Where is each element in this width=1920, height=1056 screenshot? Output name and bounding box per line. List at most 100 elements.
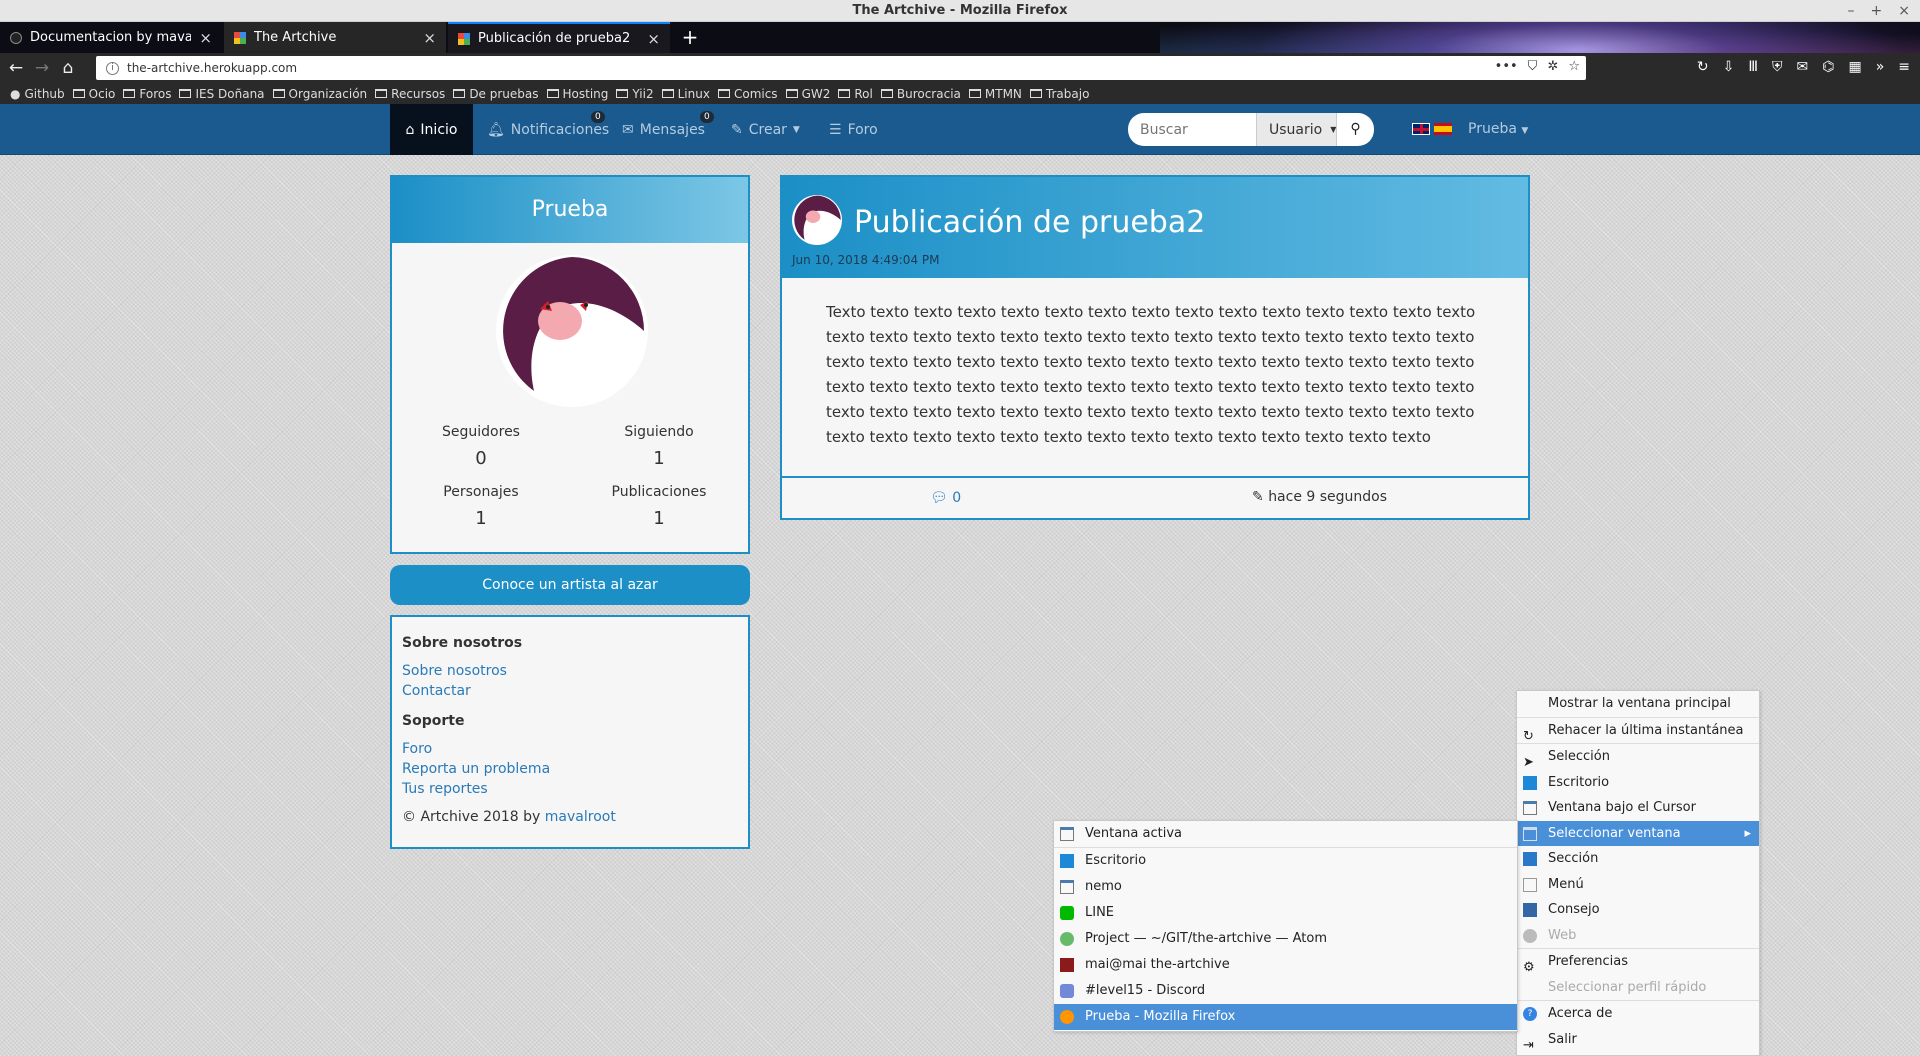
menu-item-desktop[interactable]: Escritorio	[1517, 770, 1759, 796]
nav-foro[interactable]: ☰ Foro	[829, 104, 878, 155]
new-tab-button[interactable]: +	[680, 22, 700, 53]
bookmark-folder[interactable]: Trabajo	[1029, 87, 1089, 101]
bookmark-folder[interactable]: Recursos	[375, 87, 445, 101]
bookmark-github[interactable]: ● Github	[10, 87, 65, 101]
menu-item-selection[interactable]: ➤ Selección	[1517, 744, 1759, 770]
window-icon	[1523, 826, 1537, 841]
menu-item-about[interactable]: ? Acerca de	[1517, 1001, 1759, 1027]
address-bar[interactable]: i the-artchive.herokuapp.com ••• ⛉ ✲ ☆	[96, 56, 1586, 80]
menu-item-show-main-window[interactable]: Mostrar la ventana principal	[1517, 691, 1759, 717]
author-link[interactable]: mavalroot	[545, 809, 616, 825]
search-scope-select[interactable]: Usuario ▼	[1256, 113, 1336, 146]
link-contactar[interactable]: Contactar	[402, 683, 738, 699]
menu-item-select-window[interactable]: Seleccionar ventana ▸	[1517, 820, 1759, 846]
menu-label: LINE	[1085, 905, 1115, 920]
bookmark-star-icon[interactable]: ☆	[1568, 59, 1580, 74]
menu-item-quit[interactable]: ⇥ Salir	[1517, 1027, 1759, 1053]
browser-tab-publicacion[interactable]: Publicación de prueba2 ×	[448, 22, 670, 53]
bookmark-folder[interactable]: Burocracia	[880, 87, 961, 101]
pocket-icon[interactable]: ⛉	[1528, 59, 1538, 74]
site-info-icon[interactable]: i	[106, 61, 119, 75]
page-actions-icon[interactable]: •••	[1495, 59, 1518, 74]
library-icon[interactable]: Ⅲ	[1748, 59, 1758, 75]
bookmark-folder[interactable]: MTMN	[968, 87, 1022, 101]
bookmark-label: Yii2	[632, 86, 654, 101]
tracking-icon[interactable]: ✲	[1547, 59, 1558, 74]
menu-icon[interactable]: ≡	[1898, 59, 1910, 75]
stat-seguidores[interactable]: Seguidores 0	[392, 424, 570, 469]
bookmark-folder[interactable]: GW2	[785, 87, 830, 101]
close-tab-icon[interactable]: ×	[647, 30, 660, 48]
minimize-icon[interactable]: –	[1848, 0, 1855, 22]
sync-icon[interactable]: ⌬	[1822, 59, 1834, 75]
menu-item-tooltip[interactable]: Consejo	[1517, 897, 1759, 923]
edit-icon[interactable]: ✎	[1252, 489, 1264, 505]
browser-tab-artchive[interactable]: The Artchive ×	[224, 22, 446, 53]
window-item-discord[interactable]: #level15 - Discord	[1054, 978, 1517, 1004]
back-icon[interactable]: ←	[3, 55, 29, 81]
bookmark-folder[interactable]: IES Doñana	[179, 87, 265, 101]
window-item-atom[interactable]: Project — ~/GIT/the-artchive — Atom	[1054, 926, 1517, 952]
bookmark-folder[interactable]: Ocio	[72, 87, 115, 101]
menu-item-window-under-cursor[interactable]: Ventana bajo el Cursor	[1517, 795, 1759, 821]
window-item-desktop[interactable]: Escritorio	[1054, 848, 1517, 874]
menu-item-redo-snapshot[interactable]: ↻ Rehacer la última instantánea	[1517, 718, 1759, 744]
user-dropdown[interactable]: Prueba ▼	[1468, 104, 1528, 155]
menu-capture-icon	[1523, 877, 1537, 892]
uk-flag-icon[interactable]	[1412, 123, 1430, 135]
bookmark-folder[interactable]: Organización	[272, 86, 368, 101]
es-flag-icon[interactable]	[1434, 123, 1452, 135]
reload-icon[interactable]: ↻	[1697, 59, 1709, 75]
search-scope-value: Usuario	[1269, 121, 1323, 138]
bookmark-folder[interactable]: Yii2	[616, 86, 654, 101]
bookmark-label: Organización	[288, 86, 368, 101]
addons-icon[interactable]: ▦	[1848, 59, 1861, 75]
search-input[interactable]	[1128, 113, 1256, 146]
nav-inicio[interactable]: ⌂ Inicio	[390, 104, 473, 155]
nav-crear[interactable]: ✎ Crear ▼	[731, 104, 800, 155]
close-tab-icon[interactable]: ×	[199, 29, 212, 47]
link-tus-reportes[interactable]: Tus reportes	[402, 781, 738, 797]
stat-siguiendo[interactable]: Siguiendo 1	[570, 424, 748, 469]
bookmark-folder[interactable]: Comics	[717, 87, 778, 101]
forward-icon[interactable]: →	[29, 55, 55, 81]
stat-personajes[interactable]: Personajes 1	[392, 484, 570, 529]
profile-stats-row: Personajes 1 Publicaciones 1	[392, 484, 748, 529]
close-tab-icon[interactable]: ×	[423, 29, 436, 47]
bookmark-folder[interactable]: De pruebas	[453, 87, 539, 101]
search-button[interactable]: ⚲	[1336, 113, 1374, 146]
random-artist-button[interactable]: Conoce un artista al azar	[390, 565, 750, 605]
bookmark-folder[interactable]: Linux	[661, 87, 710, 101]
menu-item-section[interactable]: Sección	[1517, 846, 1759, 872]
window-item-terminal[interactable]: mai@mai the-artchive	[1054, 952, 1517, 978]
bookmark-folder[interactable]: Foros	[123, 87, 171, 101]
link-sobre-nosotros[interactable]: Sobre nosotros	[402, 663, 738, 679]
post-header: Publicación de prueba2 Jun 10, 2018 4:49…	[782, 177, 1528, 278]
menu-item-preferences[interactable]: ⚙ Preferencias	[1517, 949, 1759, 975]
home-icon[interactable]: ⌂	[55, 55, 81, 81]
window-item-active[interactable]: Ventana activa	[1054, 821, 1517, 847]
download-icon[interactable]: ⇩	[1723, 59, 1735, 75]
window-item-firefox[interactable]: Prueba - Mozilla Firefox	[1054, 1004, 1517, 1030]
comments-link[interactable]: 💬︎ 0	[930, 490, 961, 506]
stat-label: Seguidores	[442, 424, 520, 440]
extension-icon[interactable]: ✉	[1796, 59, 1808, 75]
nav-notificaciones[interactable]: 🔔︎ Notificaciones 0	[487, 104, 609, 155]
maximize-icon[interactable]: +	[1871, 0, 1883, 22]
overflow-icon[interactable]: »	[1876, 59, 1885, 75]
window-item-line[interactable]: LINE	[1054, 900, 1517, 926]
post-avatar[interactable]	[792, 195, 842, 245]
menu-label: Escritorio	[1548, 774, 1610, 790]
bookmark-folder[interactable]: Hosting	[546, 87, 608, 101]
close-window-icon[interactable]: ×	[1898, 0, 1910, 22]
menu-item-menu[interactable]: Menú	[1517, 872, 1759, 898]
link-foro[interactable]: Foro	[402, 741, 738, 757]
browser-tab-documentacion[interactable]: Documentacion by mavalroot ×	[0, 22, 222, 53]
stat-publicaciones[interactable]: Publicaciones 1	[570, 484, 748, 529]
bookmark-folder[interactable]: Rol	[838, 87, 873, 101]
link-reporta-problema[interactable]: Reporta un problema	[402, 761, 738, 777]
nav-mensajes[interactable]: ✉ Mensajes 0	[622, 104, 714, 155]
avatar[interactable]	[496, 255, 648, 407]
window-item-nemo[interactable]: nemo	[1054, 874, 1517, 900]
ublock-icon[interactable]: ⛨	[1772, 59, 1783, 75]
